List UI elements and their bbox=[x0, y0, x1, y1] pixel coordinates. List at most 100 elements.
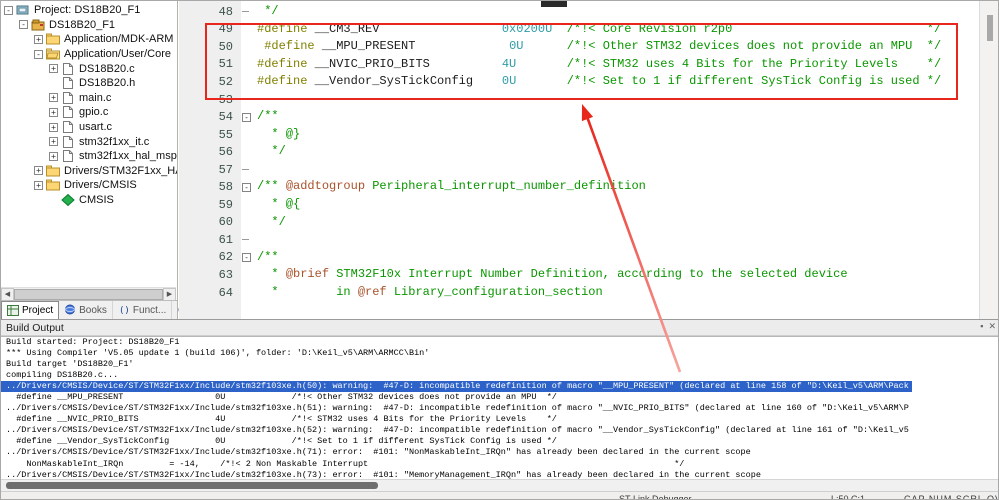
expand-icon[interactable]: + bbox=[34, 35, 43, 44]
tree-item-stm32f1xx-hal-msp-c[interactable]: + stm32f1xx_hal_msp.c bbox=[1, 149, 177, 164]
build-output-line[interactable]: ../Drivers/CMSIS/Device/ST/STM32F1xx/Inc… bbox=[1, 470, 999, 479]
tree-item-project-ds18b20-f1[interactable]: - Project: DS18B20_F1 bbox=[1, 3, 177, 18]
tree-item-ds18b20-h[interactable]: DS18B20.h bbox=[1, 76, 177, 91]
code-text: */ bbox=[257, 214, 286, 232]
build-output-line[interactable]: NonMaskableInt_IRQn = -14, /*!< 2 Non Ma… bbox=[1, 459, 999, 470]
expand-icon[interactable]: + bbox=[49, 64, 58, 73]
build-output-line[interactable]: *** Using Compiler 'V5.05 update 1 (buil… bbox=[1, 348, 999, 359]
line-number: 55 bbox=[179, 128, 241, 142]
fold-end-mark bbox=[242, 239, 249, 240]
tab-label: Project bbox=[22, 305, 53, 316]
expand-icon[interactable]: + bbox=[49, 137, 58, 146]
code-text: /** @addtogroup Peripheral_interrupt_num… bbox=[257, 178, 646, 196]
collapse-icon[interactable]: - bbox=[34, 50, 43, 59]
line-number: 63 bbox=[179, 268, 241, 282]
collapse-icon[interactable]: - bbox=[19, 20, 28, 29]
code-line-64[interactable]: 64 * in @ref Library_configuration_secti… bbox=[179, 284, 979, 302]
tree-item-label: main.c bbox=[79, 92, 111, 104]
tree-item-main-c[interactable]: + main.c bbox=[1, 91, 177, 106]
fold-collapse-icon[interactable]: - bbox=[242, 113, 251, 122]
expand-icon[interactable]: + bbox=[34, 166, 43, 175]
collapse-icon[interactable]: - bbox=[4, 6, 13, 15]
tree-item-label: stm32f1xx_hal_msp.c bbox=[79, 150, 177, 162]
keil-uvision-window: -Project: DS18B20_F1-DS18B20_F1+Applicat… bbox=[0, 0, 999, 500]
build-output-line[interactable]: compiling DS18B20.c... bbox=[1, 370, 999, 381]
line-number: 59 bbox=[179, 198, 241, 212]
build-output-line[interactable]: ../Drivers/CMSIS/Device/ST/STM32F1xx/Inc… bbox=[1, 425, 999, 436]
tree-item-usart-c[interactable]: + usart.c bbox=[1, 120, 177, 135]
code-line-59[interactable]: 59 * @{ bbox=[179, 196, 979, 214]
expand-icon[interactable]: + bbox=[49, 123, 58, 132]
build-output-line[interactable]: #define __NVIC_PRIO_BITS 4U /*!< STM32 u… bbox=[1, 414, 999, 425]
build-output-line[interactable]: #define __MPU_PRESENT 0U /*!< Other STM3… bbox=[1, 392, 999, 403]
expand-icon[interactable]: + bbox=[49, 108, 58, 117]
tree-item-label: usart.c bbox=[79, 121, 112, 133]
build-output-line[interactable]: ../Drivers/CMSIS/Device/ST/STM32F1xx/Inc… bbox=[1, 447, 999, 458]
fold-collapse-icon[interactable]: - bbox=[242, 253, 251, 262]
close-icon[interactable]: ✕ bbox=[988, 321, 996, 332]
pin-icon[interactable]: ▪ bbox=[980, 321, 983, 332]
tab-project[interactable]: Project bbox=[1, 301, 59, 319]
code-text: * @{ bbox=[257, 196, 300, 214]
expand-icon[interactable]: + bbox=[34, 181, 43, 190]
editor-vertical-scrollbar[interactable] bbox=[979, 1, 999, 319]
project-tree[interactable]: -Project: DS18B20_F1-DS18B20_F1+Applicat… bbox=[1, 1, 177, 288]
expand-icon[interactable]: + bbox=[49, 152, 58, 161]
tree-item-label: Project: DS18B20_F1 bbox=[34, 4, 140, 16]
line-number: 58 bbox=[179, 180, 241, 194]
tree-item-drivers-stm32f1xx-hal-driver[interactable]: +Drivers/STM32F1xx_HAL_Driver bbox=[1, 164, 177, 179]
status-item-1: L:50 C:1 bbox=[831, 494, 865, 500]
line-number: 62 bbox=[179, 250, 241, 264]
build-output-line[interactable]: Build started: Project: DS18B20_F1 bbox=[1, 337, 999, 348]
build-output-header: Build Output ▪ ✕ bbox=[1, 320, 999, 336]
tree-item-application-mdk-arm[interactable]: + Application/MDK-ARM bbox=[1, 32, 177, 47]
code-line-48[interactable]: 48 */ bbox=[179, 3, 979, 21]
line-number: 60 bbox=[179, 215, 241, 229]
build-output-line-selected[interactable]: ../Drivers/CMSIS/Device/ST/STM32F1xx/Inc… bbox=[1, 381, 912, 392]
code-text: * @} bbox=[257, 126, 300, 144]
code-line-56[interactable]: 56 */ bbox=[179, 143, 979, 161]
code-line-61[interactable]: 61 bbox=[179, 231, 979, 249]
build-output-line[interactable]: #define __Vendor_SysTickConfig 0U /*!< S… bbox=[1, 436, 999, 447]
cmsis-icon bbox=[61, 194, 75, 206]
project-tree-horizontal-scrollbar[interactable]: ◀ ▶ bbox=[1, 287, 176, 301]
target-icon bbox=[16, 4, 30, 16]
status-item-2: CAP NUM SCRL OVR R/W bbox=[904, 494, 999, 500]
scrollbar-thumb[interactable] bbox=[6, 482, 378, 489]
code-line-60[interactable]: 60 */ bbox=[179, 214, 979, 232]
line-number: 61 bbox=[179, 233, 241, 247]
scrollbar-thumb[interactable] bbox=[14, 289, 163, 300]
code-text: */ bbox=[257, 143, 286, 161]
tree-item-cmsis[interactable]: CMSIS bbox=[1, 193, 177, 208]
tab-functions[interactable]: ()Funct... bbox=[113, 301, 172, 319]
tree-item-stm32f1xx-it-c[interactable]: +stm32f1xx_it.c bbox=[1, 134, 177, 149]
code-line-55[interactable]: 55 * @} bbox=[179, 126, 979, 144]
file-icon bbox=[61, 150, 75, 162]
status-bar: ST-Link DebuggerL:50 C:1CAP NUM SCRL OVR… bbox=[1, 491, 999, 500]
tab-books[interactable]: Books bbox=[59, 301, 113, 319]
build-output-horizontal-scrollbar[interactable] bbox=[1, 479, 999, 491]
build-output-log[interactable]: Build started: Project: DS18B20_F1*** Us… bbox=[1, 336, 999, 479]
tree-item-ds18b20-c[interactable]: + DS18B20.c bbox=[1, 61, 177, 76]
tree-item-application-user-core[interactable]: -Application/User/Core bbox=[1, 47, 177, 62]
code-line-63[interactable]: 63 * @brief STM32F10x Interrupt Number D… bbox=[179, 266, 979, 284]
tree-item-ds18b20-f1[interactable]: -DS18B20_F1 bbox=[1, 18, 177, 33]
line-number: 57 bbox=[179, 163, 241, 177]
folder-icon bbox=[46, 165, 60, 177]
fold-collapse-icon[interactable]: - bbox=[242, 183, 251, 192]
code-line-54[interactable]: 54-/** bbox=[179, 108, 979, 126]
tree-item-label: DS18B20.c bbox=[79, 63, 135, 75]
code-line-62[interactable]: 62-/** bbox=[179, 249, 979, 267]
expand-icon[interactable]: + bbox=[49, 93, 58, 102]
fold-end-mark bbox=[242, 169, 249, 170]
code-line-57[interactable]: 57 bbox=[179, 161, 979, 179]
folder-icon bbox=[46, 33, 60, 45]
scrollbar-thumb[interactable] bbox=[987, 15, 993, 41]
code-line-58[interactable]: 58-/** @addtogroup Peripheral_interrupt_… bbox=[179, 178, 979, 196]
tree-item-label: Application/MDK-ARM bbox=[64, 33, 173, 45]
tree-item-drivers-cmsis[interactable]: +Drivers/CMSIS bbox=[1, 178, 177, 193]
build-output-line[interactable]: Build target 'DS18B20_F1' bbox=[1, 359, 999, 370]
build-output-line[interactable]: ../Drivers/CMSIS/Device/ST/STM32F1xx/Inc… bbox=[1, 403, 999, 414]
folder-icon bbox=[46, 179, 60, 191]
tree-item-gpio-c[interactable]: +gpio.c bbox=[1, 105, 177, 120]
